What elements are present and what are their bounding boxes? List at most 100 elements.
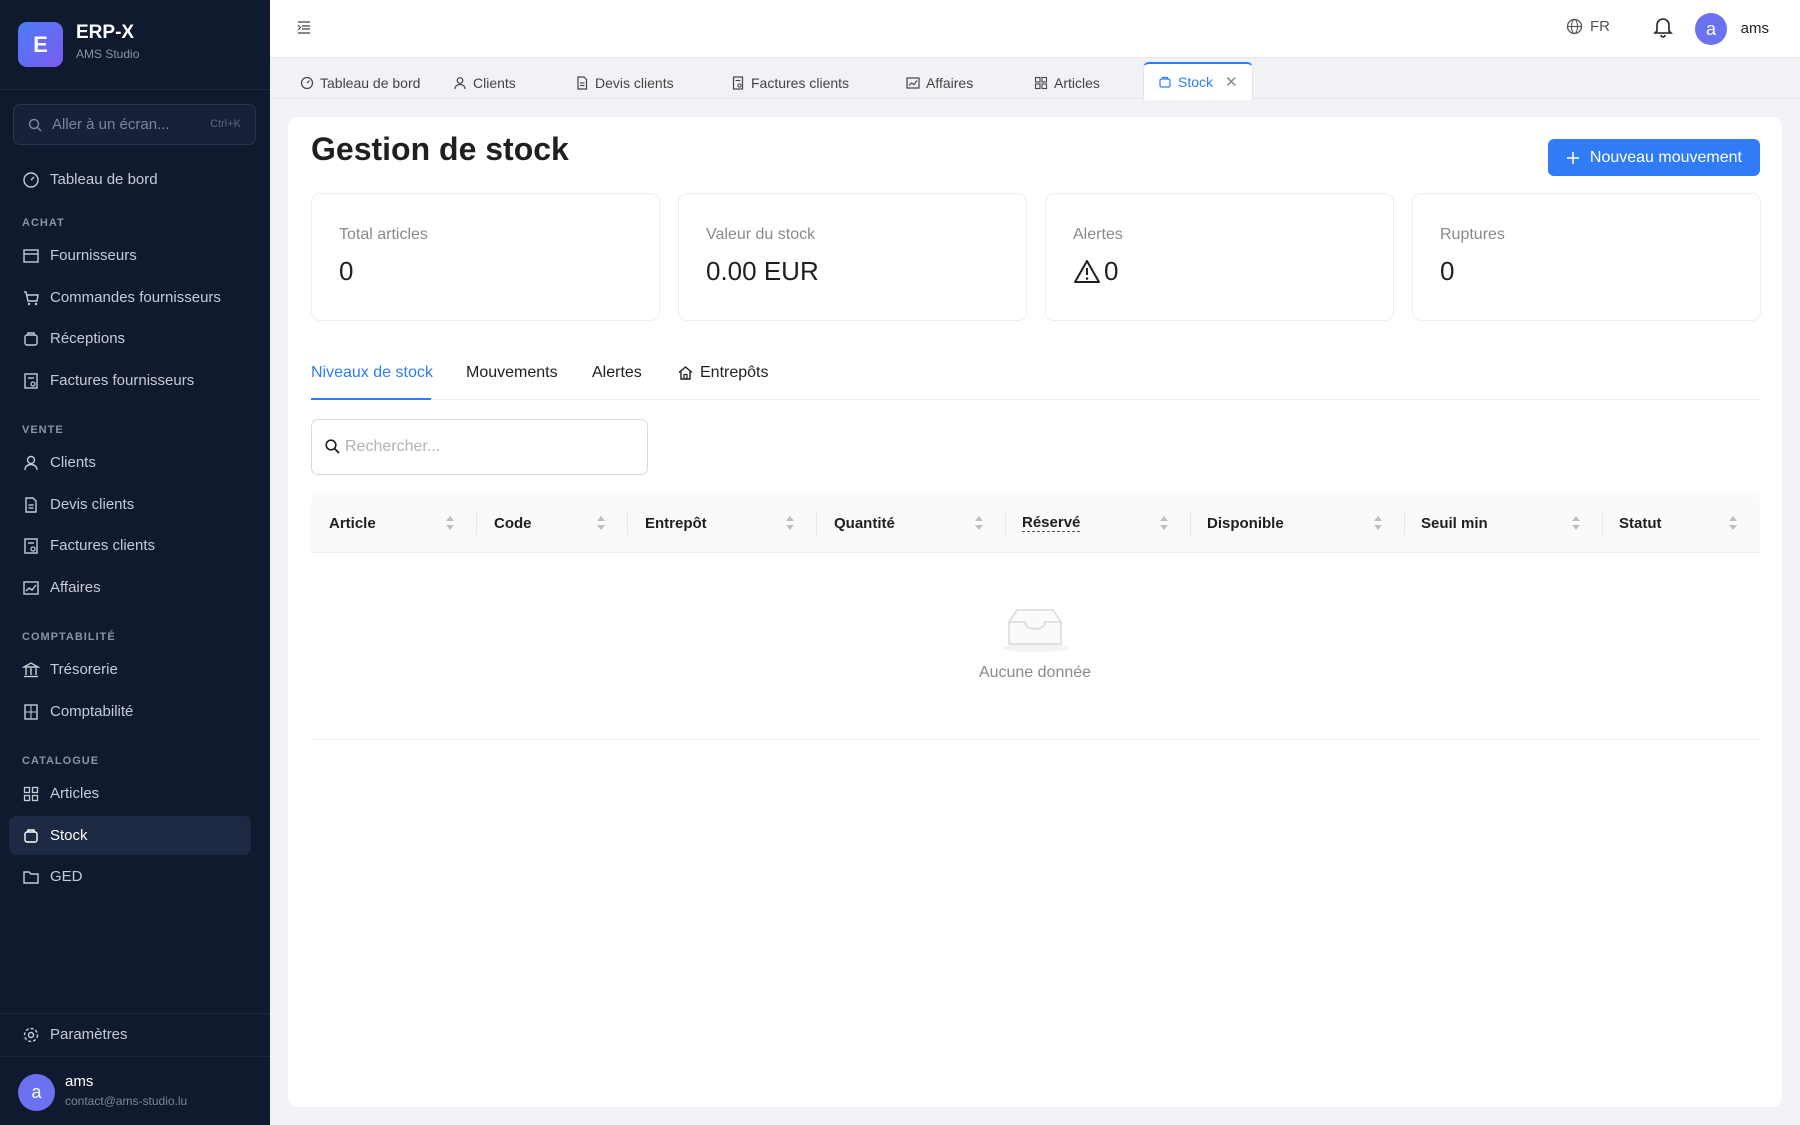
invoice-icon bbox=[24, 537, 38, 554]
box-icon bbox=[24, 331, 38, 346]
tab-label: Entrepôts bbox=[700, 364, 769, 381]
column-label: Disponible bbox=[1207, 514, 1284, 532]
bell-icon[interactable] bbox=[1653, 16, 1673, 38]
stock-page: Gestion de stock Nouveau mouvement Total… bbox=[288, 117, 1782, 1107]
column-label: Réservé bbox=[1022, 514, 1081, 532]
section-catalogue: CATALOGUE bbox=[22, 755, 100, 767]
column-label: Entrepôt bbox=[645, 514, 707, 532]
section-achat: ACHAT bbox=[22, 217, 65, 229]
sort-icon[interactable] bbox=[974, 515, 984, 531]
stat-value: 0.00 EUR bbox=[706, 256, 819, 287]
search-input[interactable]: Rechercher... bbox=[311, 419, 648, 475]
grid-icon bbox=[23, 786, 39, 801]
sidebar-item-settings[interactable]: Paramètres bbox=[9, 1015, 251, 1054]
stat-value-text: 0 bbox=[1104, 256, 1119, 286]
sort-icon[interactable] bbox=[1571, 515, 1581, 531]
section-vente: VENTE bbox=[22, 424, 64, 436]
top-header: FR a ams bbox=[270, 0, 1800, 58]
tab-label: Stock bbox=[1178, 74, 1214, 90]
sidebar-item-label: Devis clients bbox=[50, 496, 135, 513]
stat-value: 0 bbox=[1440, 256, 1454, 287]
column-label: Code bbox=[494, 514, 532, 532]
stat-label: Valeur du stock bbox=[706, 226, 816, 243]
sidebar-item-comptabilite[interactable]: Comptabilité bbox=[9, 692, 251, 731]
tab-factures-clients[interactable]: Factures clients bbox=[731, 66, 849, 99]
sort-icon[interactable] bbox=[445, 515, 455, 531]
user-icon bbox=[24, 455, 38, 470]
tab-stock-levels[interactable]: Niveaux de stock bbox=[311, 364, 433, 382]
column-header-entrepot[interactable]: Entrepôt bbox=[645, 493, 707, 553]
tab-articles[interactable]: Articles bbox=[1034, 66, 1100, 99]
column-label: Seuil min bbox=[1421, 514, 1488, 532]
stat-stock-value: Valeur du stock 0.00 EUR bbox=[678, 193, 1027, 321]
stat-label: Alertes bbox=[1073, 226, 1123, 243]
avatar[interactable]: a bbox=[1695, 13, 1727, 45]
tab-label: Devis clients bbox=[595, 74, 674, 91]
empty-state-text: Aucune donnée bbox=[978, 664, 1092, 681]
close-icon[interactable]: ✕ bbox=[1225, 73, 1238, 91]
tab-warehouses[interactable]: Entrepôts bbox=[677, 364, 768, 382]
tab-affaires[interactable]: Affaires bbox=[906, 66, 973, 99]
sidebar-item-articles[interactable]: Articles bbox=[9, 774, 251, 813]
tab-label: Factures clients bbox=[751, 74, 850, 91]
sidebar-item-tresorerie[interactable]: Trésorerie bbox=[9, 650, 251, 689]
sidebar-item-ged[interactable]: GED bbox=[9, 857, 251, 896]
bank-icon bbox=[22, 661, 40, 677]
tab-dashboard[interactable]: Tableau de bord bbox=[300, 66, 420, 99]
user-name[interactable]: ams bbox=[1741, 20, 1769, 37]
column-header-reserve[interactable]: Réservé bbox=[1022, 493, 1081, 553]
tab-clients[interactable]: Clients bbox=[453, 66, 516, 99]
invoice-icon bbox=[732, 75, 744, 90]
sidebar-item-devis-clients[interactable]: Devis clients bbox=[9, 485, 251, 524]
sidebar-item-factures-clients[interactable]: Factures clients bbox=[9, 526, 251, 565]
column-header-seuil-min[interactable]: Seuil min bbox=[1421, 493, 1488, 553]
tab-alerts[interactable]: Alertes bbox=[592, 364, 642, 382]
column-separator bbox=[1005, 511, 1006, 535]
tab-stock[interactable]: Stock ✕ bbox=[1143, 62, 1253, 100]
sidebar-item-dashboard[interactable]: Tableau de bord bbox=[9, 160, 251, 199]
screen-search-input[interactable]: Aller à un écran... Ctrl+K bbox=[13, 104, 256, 145]
user-name: ams bbox=[65, 1073, 94, 1090]
column-separator bbox=[1404, 511, 1405, 535]
language-label: FR bbox=[1590, 18, 1610, 35]
column-header-disponible[interactable]: Disponible bbox=[1207, 493, 1284, 553]
sidebar-item-factures-fournisseurs[interactable]: Factures fournisseurs bbox=[9, 361, 251, 400]
sidebar-item-label: Tableau de bord bbox=[50, 171, 158, 188]
column-label: Quantité bbox=[834, 514, 895, 532]
sidebar: E ERP-X AMS Studio Aller à un écran... C… bbox=[0, 0, 270, 1125]
sidebar-item-fournisseurs[interactable]: Fournisseurs bbox=[9, 236, 251, 275]
sidebar-item-affaires[interactable]: Affaires bbox=[9, 568, 251, 607]
sort-icon[interactable] bbox=[785, 515, 795, 531]
language-switcher[interactable]: FR bbox=[1566, 18, 1610, 35]
avatar[interactable]: a bbox=[18, 1074, 55, 1111]
sidebar-item-commandes-fournisseurs[interactable]: Commandes fournisseurs bbox=[9, 278, 251, 317]
document-icon bbox=[25, 496, 37, 513]
grid-icon bbox=[1034, 76, 1048, 89]
sort-icon[interactable] bbox=[1728, 515, 1738, 531]
box-icon bbox=[1159, 76, 1171, 88]
page-title: Gestion de stock bbox=[311, 131, 569, 167]
document-icon bbox=[577, 75, 588, 90]
sort-icon[interactable] bbox=[1373, 515, 1383, 531]
menu-toggle-icon[interactable] bbox=[296, 19, 312, 35]
user-icon bbox=[454, 76, 466, 89]
sidebar-item-receptions[interactable]: Réceptions bbox=[9, 319, 251, 358]
stat-total-articles: Total articles 0 bbox=[311, 193, 660, 321]
column-header-article[interactable]: Article bbox=[329, 493, 376, 553]
sidebar-item-stock[interactable]: Stock bbox=[9, 816, 251, 855]
new-movement-button[interactable]: Nouveau mouvement bbox=[1547, 139, 1760, 176]
sidebar-item-label: Réceptions bbox=[50, 330, 126, 347]
column-header-code[interactable]: Code bbox=[494, 493, 532, 553]
globe-icon bbox=[1566, 18, 1583, 35]
sort-icon[interactable] bbox=[1159, 515, 1169, 531]
column-header-quantite[interactable]: Quantité bbox=[834, 493, 895, 553]
sort-icon[interactable] bbox=[596, 515, 606, 531]
search-placeholder: Aller à un écran... bbox=[52, 116, 170, 133]
user-email: contact@ams-studio.lu bbox=[65, 1094, 188, 1108]
stat-label: Total articles bbox=[339, 226, 428, 243]
stat-label: Ruptures bbox=[1440, 226, 1505, 243]
tab-devis-clients[interactable]: Devis clients bbox=[575, 66, 674, 99]
sidebar-item-clients[interactable]: Clients bbox=[9, 443, 251, 482]
column-header-statut[interactable]: Statut bbox=[1619, 493, 1662, 553]
tab-movements[interactable]: Mouvements bbox=[466, 364, 558, 382]
